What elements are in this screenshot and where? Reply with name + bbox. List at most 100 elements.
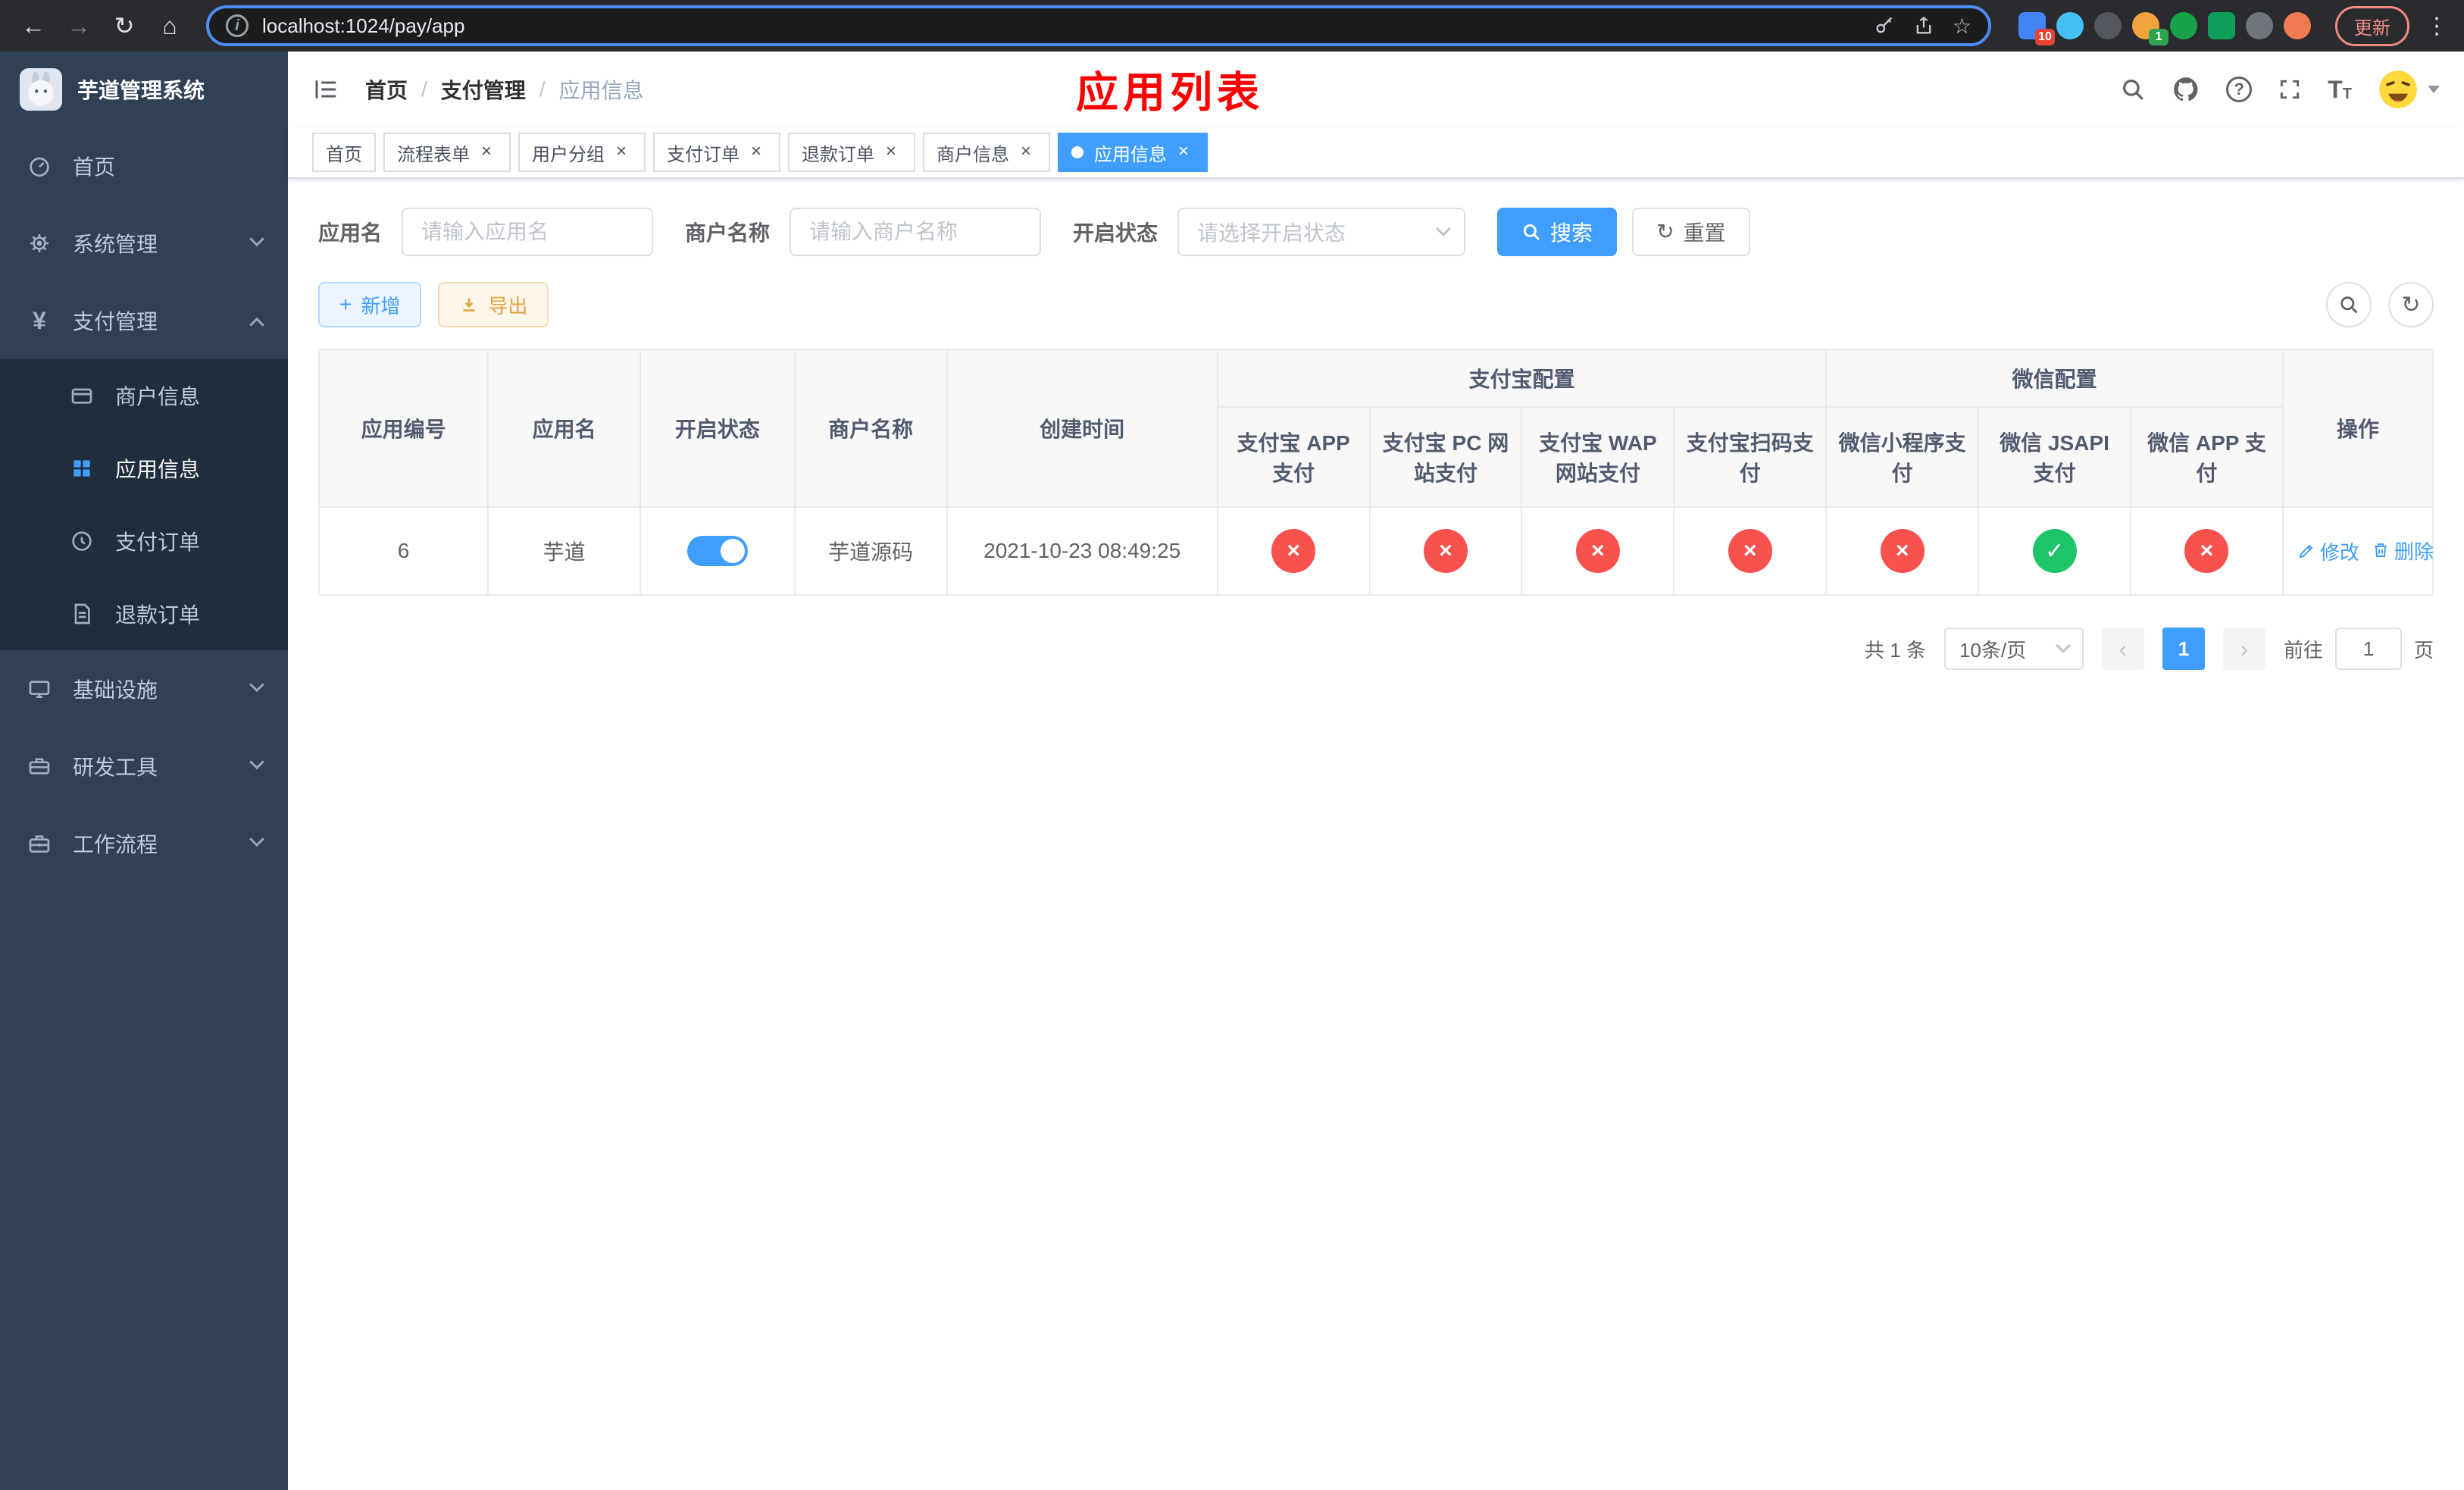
wechat-app-status-icon: × [2184,529,2229,573]
extension-gray-pin[interactable] [2246,12,2273,39]
tab-process-form[interactable]: 流程表单 × [383,133,511,172]
tab-label: 流程表单 [397,144,470,165]
app-name-input[interactable] [402,208,654,256]
sidebar-item-devtools[interactable]: 研发工具 [0,728,288,805]
delete-link[interactable]: 删除 [2372,537,2434,565]
merchant-name-label: 商户名称 [685,221,771,245]
tab-pay-orders[interactable]: 支付订单 × [653,133,780,172]
reset-button[interactable]: ↻ 重置 [1632,208,1750,256]
cell-app-name: 芋道 [487,506,642,596]
page-size-value: 10条/页 [1959,638,2027,662]
tab-user-group[interactable]: 用户分组 × [518,133,646,172]
extension-dark-circle[interactable] [2094,12,2122,39]
sidebar-item-label: 商户信息 [115,385,201,408]
toggle-search-button[interactable] [2326,282,2372,327]
extension-blue-diamond[interactable] [2056,12,2084,39]
sidebar-logo[interactable]: 芋道管理系统 [0,52,288,127]
close-icon[interactable]: × [746,142,767,163]
close-icon[interactable]: × [880,142,902,163]
sidebar-collapse-icon[interactable] [312,76,339,103]
column-header: 操作 [2281,349,2434,508]
sidebar-item-label: 首页 [73,155,116,179]
site-info-icon[interactable]: i [226,14,249,37]
extension-blue-pin-badge: 10 [2035,29,2055,45]
status-select[interactable]: 请选择开启状态 [1177,208,1466,256]
chevron-down-icon [249,754,264,770]
extension-orange-face[interactable] [2284,12,2311,39]
password-key-icon[interactable] [1874,15,1895,36]
alipay-pc-status-icon: × [1424,529,1468,573]
chevron-down-icon [1436,221,1451,236]
sidebar-item-system[interactable]: 系统管理 [0,205,288,282]
next-page-button[interactable]: › [2222,628,2265,670]
tab-refund-orders[interactable]: 退款订单 × [788,133,915,172]
font-size-icon[interactable]: TT [2328,77,2352,102]
wechat-jsapi-status-icon: ✓ [2032,529,2077,573]
breadcrumb-home[interactable]: 首页 [365,74,408,105]
column-header: 支付宝 APP 支付 [1216,406,1371,508]
column-header: 开启状态 [639,349,796,508]
browser-update-button[interactable]: 更新 [2335,5,2409,46]
close-icon[interactable]: × [611,142,632,163]
search-button[interactable]: 搜索 [1497,208,1618,256]
close-icon[interactable]: × [1173,142,1194,163]
extension-green-chat[interactable] [2208,12,2235,39]
sidebar-item-label: 应用信息 [115,458,201,481]
user-menu[interactable] [2378,69,2440,110]
tab-merchant-info[interactable]: 商户信息 × [923,133,1050,172]
close-icon[interactable]: × [1015,142,1037,163]
refresh-icon: ↻ [1656,220,1674,243]
extensions-bar: 10 1 [2018,12,2311,45]
dashboard-icon [26,154,53,178]
sidebar-item-workflow[interactable]: 工作流程 [0,805,288,882]
sidebar-item-payment[interactable]: ¥ 支付管理 [0,282,288,359]
extension-blue-pin[interactable]: 10 [2018,12,2055,45]
search-icon[interactable] [2120,77,2146,102]
export-button[interactable]: 导出 [438,282,549,327]
browser-reload-button[interactable]: ↻ [103,5,145,47]
share-icon[interactable] [1913,15,1934,36]
chevron-down-icon [249,231,264,247]
extension-green-check[interactable] [2170,12,2197,39]
caret-down-icon [2428,86,2440,99]
merchant-name-input[interactable] [790,208,1042,256]
topbar-actions: ? TT [2120,69,2440,110]
column-header: 应用编号 [318,349,489,508]
sidebar-item-home[interactable]: 首页 [0,127,288,205]
reset-button-label: 重置 [1683,221,1726,245]
refresh-table-button[interactable]: ↻ [2388,282,2434,327]
sidebar-item-pay-orders[interactable]: 支付订单 [0,505,288,578]
page-size-select[interactable]: 10条/页 [1943,628,2084,670]
page-1-button[interactable]: 1 [2162,628,2205,670]
goto-page-input[interactable] [2334,628,2402,670]
bookmark-star-icon[interactable]: ☆ [1953,14,1972,39]
enabled-toggle[interactable] [686,536,748,566]
close-icon[interactable]: × [476,142,497,163]
column-header: 支付宝 PC 网站支付 [1368,406,1523,508]
topbar: 首页 / 支付管理 / 应用信息 应用列表 ? T T [288,52,2464,127]
github-icon[interactable] [2172,75,2200,104]
browser-menu-icon[interactable]: ⋮ [2422,13,2452,39]
browser-home-button[interactable]: ⌂ [149,5,191,47]
fullscreen-icon[interactable] [2278,77,2302,102]
edit-link[interactable]: 修改 [2297,537,2359,565]
sidebar-item-infrastructure[interactable]: 基础设施 [0,650,288,728]
status-select-placeholder: 请选择开启状态 [1197,221,1346,245]
breadcrumb-payment[interactable]: 支付管理 [441,74,526,105]
add-button[interactable]: + 新增 [318,282,422,327]
sidebar-item-merchant-info[interactable]: 商户信息 [0,359,288,432]
browser-forward-button[interactable]: → [58,5,100,47]
tab-app-info[interactable]: 应用信息 × [1058,133,1208,172]
browser-back-button[interactable]: ← [12,5,55,47]
help-icon[interactable]: ? [2226,77,2253,102]
sidebar-item-refund-orders[interactable]: 退款订单 [0,578,288,650]
address-bar[interactable]: i localhost:1024/pay/app ☆ [206,5,1991,46]
add-button-label: 新增 [361,294,401,318]
tab-label: 用户分组 [532,144,605,165]
extension-colorful[interactable]: 1 [2132,12,2169,45]
goto-unit: 页 [2413,638,2434,662]
tab-home[interactable]: 首页 [312,133,376,172]
prev-page-button[interactable]: ‹ [2101,628,2144,670]
logo-avatar [20,68,62,111]
sidebar-item-app-info[interactable]: 应用信息 [0,432,288,505]
